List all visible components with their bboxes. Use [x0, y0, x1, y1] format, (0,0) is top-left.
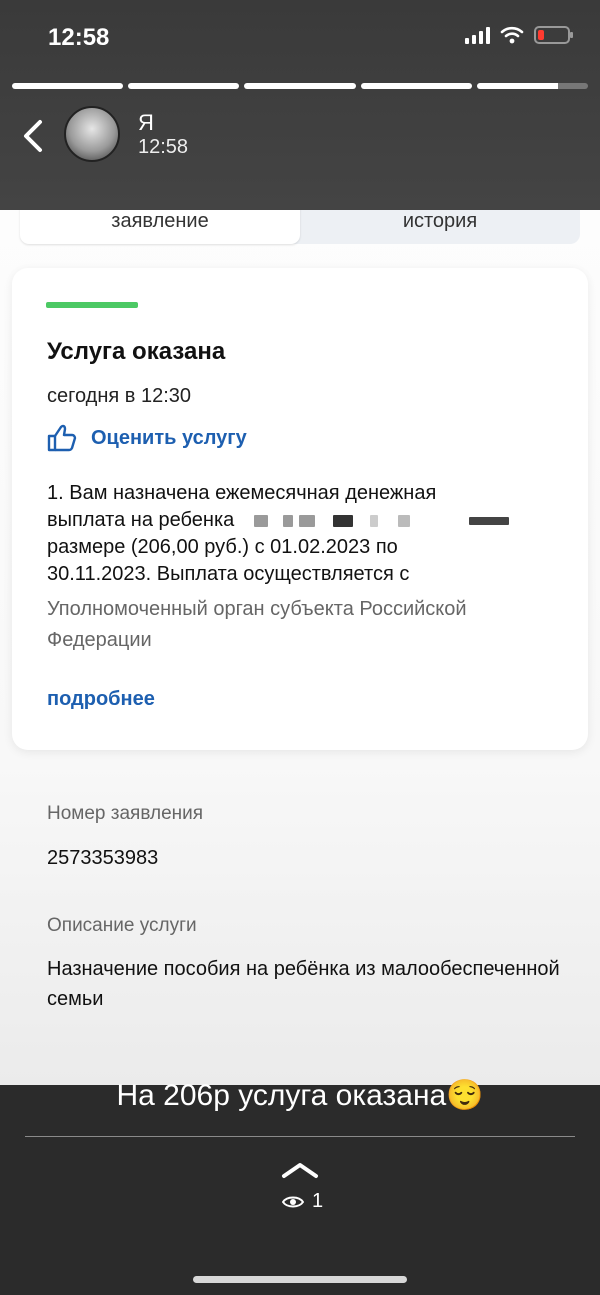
service-description-label: Описание услуги [47, 915, 197, 936]
service-description-value: Назначение пособия на ребёнка из малообе… [47, 958, 560, 1010]
story-screen: заявление история Услуга оказана сегодня… [0, 0, 600, 1295]
rate-service-label: Оценить услугу [91, 426, 247, 449]
story-caption: На 206р услуга оказана😌 [116, 1079, 484, 1112]
progress-segment [360, 83, 472, 89]
status-title: Услуга оказана [47, 338, 226, 365]
battery-icon [534, 26, 573, 44]
eye-icon [282, 1196, 304, 1207]
message-line-redacted: выплата на ребенка [47, 507, 567, 534]
application-number-label: Номер заявления [47, 803, 204, 824]
story-top-overlay: 12:58 Я 12:58 [0, 0, 600, 210]
chevron-up-icon[interactable] [280, 1160, 320, 1180]
progress-segment [12, 83, 124, 89]
signal-icon [465, 26, 490, 44]
home-indicator [193, 1276, 407, 1283]
view-count[interactable]: 1 [282, 1190, 323, 1213]
story-timestamp: 12:58 [138, 136, 189, 158]
message-line: 30.11.2023. Выплата осуществляется с [47, 563, 410, 585]
status-message: 1. Вам назначена ежемесячная денежная вы… [47, 480, 567, 588]
message-line: размере (206,00 руб.) с 01.02.2023 по [47, 536, 398, 558]
application-number-value: 2573353983 [47, 847, 159, 869]
status-bar: 12:58 [0, 0, 600, 75]
story-header: Я 12:58 [0, 100, 600, 170]
back-chevron-icon[interactable] [20, 118, 48, 154]
progress-segment-current [476, 83, 589, 89]
wifi-icon [500, 26, 524, 44]
battery-level [538, 30, 544, 40]
view-count-value: 1 [312, 1190, 324, 1212]
message-line: 1. Вам назначена ежемесячная денежная [47, 482, 437, 504]
thumbs-up-icon [47, 424, 77, 452]
progress-segment [128, 83, 240, 89]
status-date: сегодня в 12:30 [47, 385, 191, 407]
avatar[interactable] [64, 106, 120, 162]
status-icons [465, 26, 573, 44]
status-accent-bar [46, 302, 138, 308]
authority-name: Уполномоченный орган субъекта Российской… [47, 598, 467, 651]
more-details-link[interactable]: подробнее [47, 688, 155, 711]
status-card: Услуга оказана сегодня в 12:30 Оценить у… [12, 268, 588, 750]
story-progress [12, 83, 589, 89]
divider [25, 1136, 575, 1137]
story-username[interactable]: Я [138, 110, 154, 136]
progress-segment [244, 83, 356, 89]
status-time: 12:58 [48, 24, 110, 51]
rate-service-link[interactable]: Оценить услугу [47, 424, 247, 452]
redacted-text [253, 509, 510, 531]
